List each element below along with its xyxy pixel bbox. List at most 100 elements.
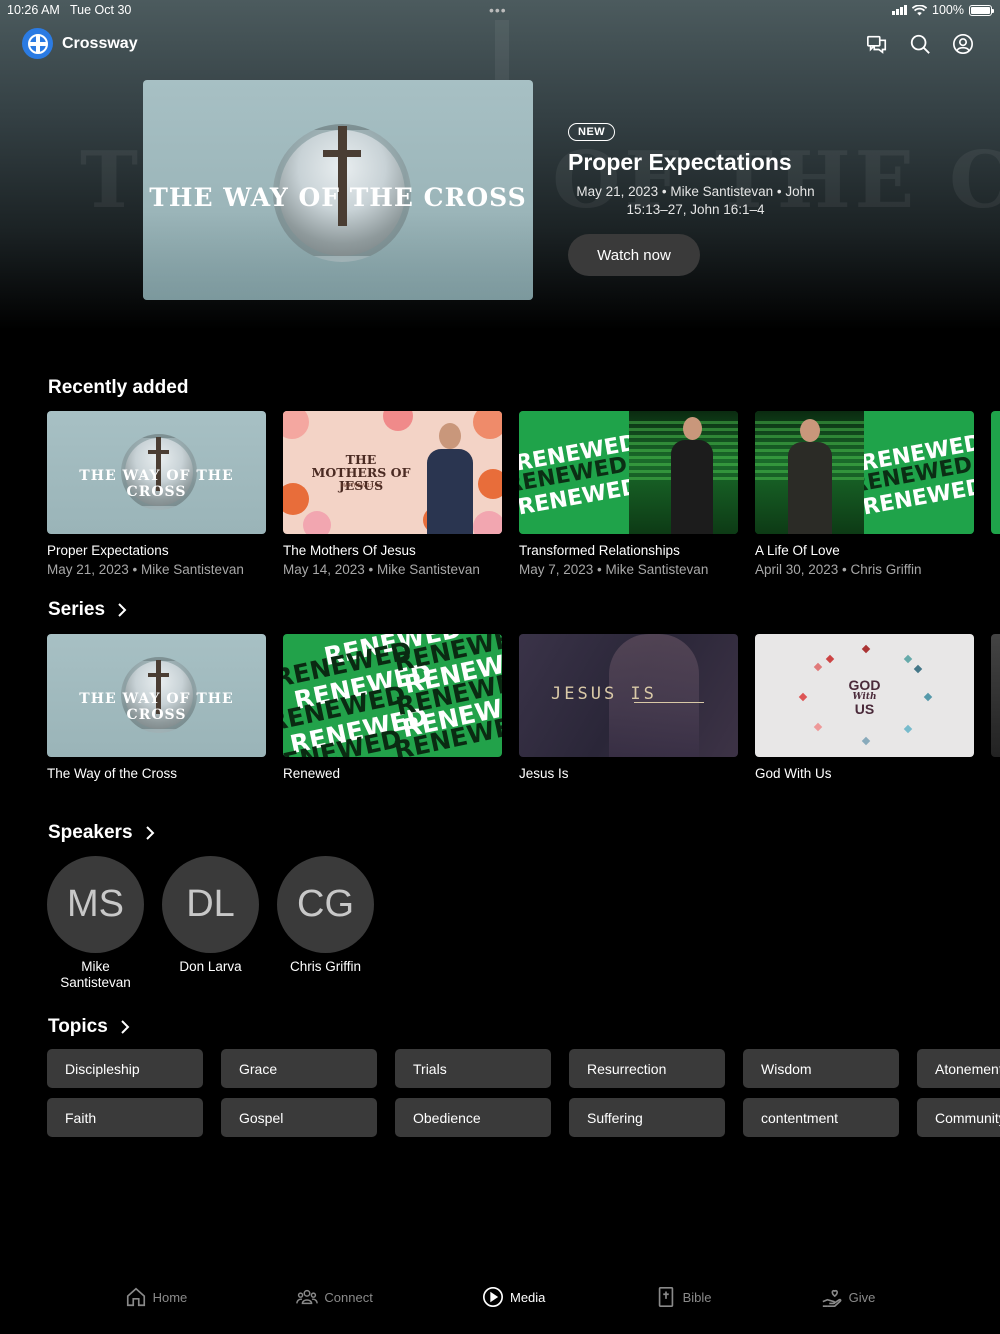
tab-connect[interactable]: Connect	[296, 1283, 373, 1311]
hero-artwork[interactable]: THE WAY OF THE CROSS	[143, 80, 533, 300]
tab-label: Connect	[324, 1289, 373, 1305]
speaker-item[interactable]: DL Don Larva	[162, 856, 259, 991]
topic-chip[interactable]: Community	[917, 1098, 1000, 1137]
thumbnail: THE WAY OF THE CROSS	[47, 411, 266, 534]
status-date: Tue Oct 30	[70, 3, 132, 17]
avatar: CG	[277, 856, 374, 953]
god-with-us-art: GOD With US	[848, 677, 881, 717]
card-title: Transformed Relationships	[519, 543, 680, 558]
status-time: 10:26 AM	[7, 3, 60, 17]
speakers-row: MS Mike Santistevan DL Don Larva CG Chri…	[47, 856, 374, 991]
status-bar: 10:26 AM Tue Oct 30 ••• 100%	[0, 0, 1000, 20]
hero-art-title: THE WAY OF THE CROSS	[149, 183, 527, 212]
avatar: DL	[162, 856, 259, 953]
tab-bar: Home Connect Media Bible Give	[0, 1283, 1000, 1334]
section-title: Speakers	[48, 822, 133, 843]
play-circle-icon	[483, 1287, 503, 1307]
speaker-name: Don Larva	[179, 959, 242, 974]
thumbnail: THE WAY OF THE CROSS	[47, 634, 266, 757]
watch-now-button[interactable]: Watch now	[568, 234, 700, 276]
topic-chip[interactable]: Atonement	[917, 1049, 1000, 1088]
card-subtitle: April 30, 2023 • Chris Griffin	[755, 562, 922, 577]
thumbnail: RENEWED RENEWED RENEWED	[755, 411, 974, 534]
card-title: The Mothers Of Jesus	[283, 543, 416, 558]
media-card[interactable]: THE MOTHERS OF JESUS MATTHEW 1:1-17 The …	[283, 411, 502, 577]
topic-chip[interactable]: Resurrection	[569, 1049, 725, 1088]
bible-icon	[658, 1287, 673, 1307]
thumbnail: RENEWED RENEWED RENEWED RENEWED RENEWED …	[283, 634, 502, 757]
series-card[interactable]: GOD With US God With Us	[755, 634, 974, 781]
hero-info: NEW Proper Expectations May 21, 2023 • M…	[568, 122, 838, 219]
tab-bible[interactable]: Bible	[655, 1283, 712, 1311]
speaker-photo	[785, 419, 835, 534]
chevron-right-icon	[118, 603, 127, 617]
topic-chip[interactable]: Discipleship	[47, 1049, 203, 1088]
home-icon	[126, 1287, 145, 1307]
speaker-name: Mike Santistevan	[60, 959, 131, 990]
section-title: Topics	[48, 1016, 108, 1037]
thumbnail: JESUS IS	[519, 634, 738, 757]
account-icon[interactable]	[952, 33, 974, 55]
card-title: Renewed	[283, 766, 341, 781]
chevron-right-icon	[145, 826, 154, 840]
search-icon[interactable]	[909, 33, 931, 55]
battery-percent: 100%	[932, 3, 964, 17]
thumbnail: GOD With US	[755, 634, 974, 757]
media-card[interactable]: RENEWED RENEWED RENEWED Transformed Rela…	[519, 411, 738, 577]
thumbnail: THE MOTHERS OF JESUS MATTHEW 1:1-17	[283, 411, 502, 534]
new-badge: NEW	[568, 123, 616, 141]
media-card[interactable]: RENEWED RENEWED RENEWED A Life Of Love A…	[755, 411, 974, 577]
people-icon	[296, 1289, 319, 1305]
topic-chip[interactable]: contentment	[743, 1098, 899, 1137]
app-name: Crossway	[62, 34, 138, 52]
topic-chip[interactable]: Grace	[221, 1049, 377, 1088]
series-card[interactable]: RENEWED RENEWED RENEWED RENEWED RENEWED …	[283, 634, 502, 781]
card-subtitle: May 21, 2023 • Mike Santistevan	[47, 562, 244, 577]
next-card-peek[interactable]	[991, 634, 1000, 757]
wifi-icon	[912, 4, 928, 15]
crossway-logo-icon[interactable]	[22, 28, 53, 59]
topic-chip[interactable]: Trials	[395, 1049, 551, 1088]
give-icon	[822, 1289, 842, 1307]
tab-label: Give	[848, 1289, 876, 1305]
tab-label: Bible	[682, 1289, 712, 1305]
speaker-item[interactable]: CG Chris Griffin	[277, 856, 374, 991]
speaker-item[interactable]: MS Mike Santistevan	[47, 856, 144, 991]
tab-home[interactable]: Home	[125, 1283, 188, 1311]
section-speakers[interactable]: Speakers	[48, 822, 155, 844]
topic-chip[interactable]: Obedience	[395, 1098, 551, 1137]
topic-chip[interactable]: Faith	[47, 1098, 203, 1137]
speaker-photo	[667, 417, 717, 534]
tab-give[interactable]: Give	[821, 1283, 876, 1311]
tab-label: Media	[510, 1289, 546, 1305]
battery-icon	[969, 4, 994, 16]
topic-chip[interactable]: Suffering	[569, 1098, 725, 1137]
card-subtitle: May 7, 2023 • Mike Santistevan	[519, 562, 709, 577]
tab-media[interactable]: Media	[482, 1283, 545, 1311]
multitask-dots-icon[interactable]: •••	[489, 2, 507, 18]
thumbnail: RENEWED RENEWED RENEWED	[519, 411, 738, 534]
topic-chip[interactable]: Gospel	[221, 1098, 377, 1137]
section-topics[interactable]: Topics	[48, 1016, 130, 1038]
hero-title: Proper Expectations	[568, 149, 792, 175]
chat-icon[interactable]	[866, 33, 888, 55]
avatar: MS	[47, 856, 144, 953]
card-title: The Way of the Cross	[47, 766, 178, 781]
tab-label: Home	[152, 1289, 188, 1305]
card-title: God With Us	[755, 766, 832, 781]
series-card[interactable]: THE WAY OF THE CROSS The Way of the Cros…	[47, 634, 266, 781]
hero-meta: May 21, 2023 • Mike Santistevan • John 1…	[576, 184, 815, 217]
speaker-photo	[421, 423, 481, 534]
series-row: THE WAY OF THE CROSS The Way of the Cros…	[47, 634, 974, 781]
section-title: Recently added	[48, 377, 189, 398]
section-title: Series	[48, 599, 106, 620]
chevron-right-icon	[121, 1020, 130, 1034]
section-series[interactable]: Series	[48, 599, 127, 621]
card-title: A Life Of Love	[755, 543, 840, 558]
media-card[interactable]: THE WAY OF THE CROSS Proper Expectations…	[47, 411, 266, 577]
cellular-signal-icon	[892, 5, 908, 15]
next-card-peek[interactable]	[991, 411, 1000, 534]
series-card[interactable]: JESUS IS Jesus Is	[519, 634, 738, 781]
section-recently-added: Recently added	[48, 377, 188, 399]
topic-chip[interactable]: Wisdom	[743, 1049, 899, 1088]
